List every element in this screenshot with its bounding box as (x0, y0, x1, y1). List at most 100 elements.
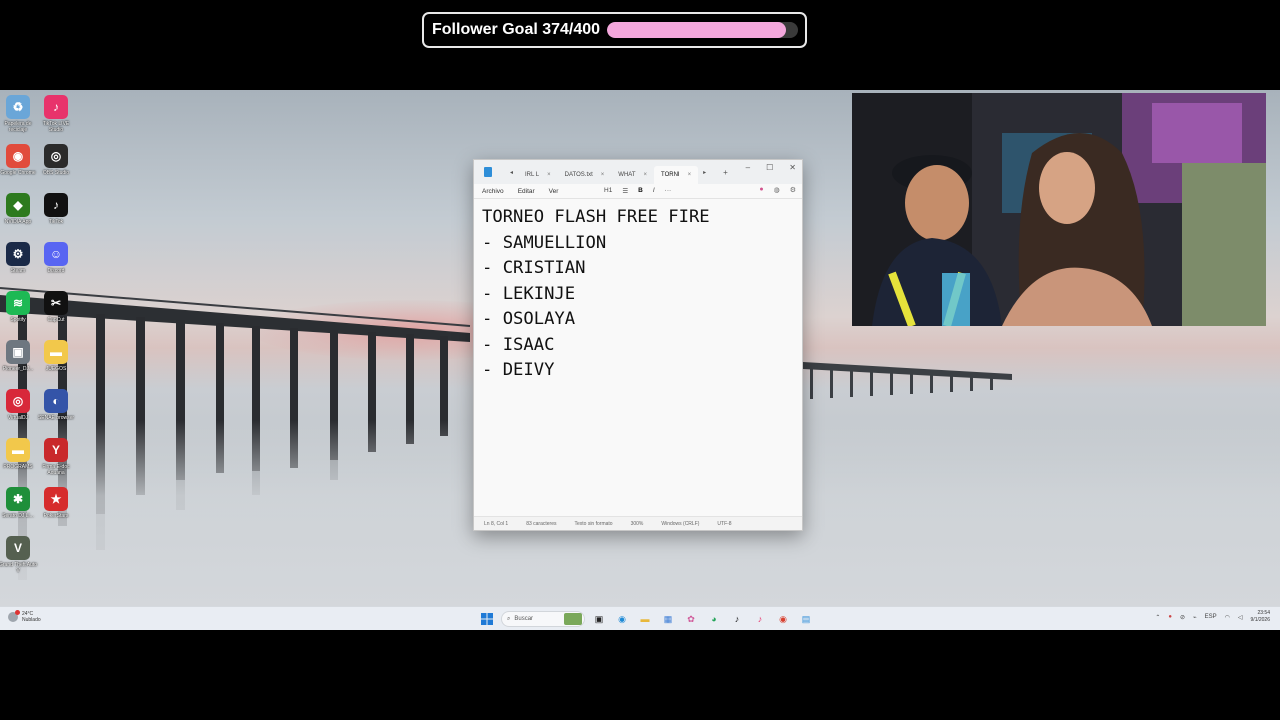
desktop-shortcut-label: Papelera de reciclaje (4, 121, 32, 133)
virtualdj-icon: ◎ (6, 389, 30, 413)
copilot-icon[interactable]: ● (759, 186, 763, 194)
tab-close-icon[interactable]: × (601, 172, 605, 178)
notepad-status-bar: Ln 8, Col 1 83 caracteres Texto sin form… (474, 516, 802, 530)
tray-app-icon[interactable]: ● (1168, 614, 1172, 620)
desktop-shortcut[interactable]: ♪ TikTok LIVE Studio (38, 95, 74, 133)
formatting-toolbar: H1 ☰ B I ··· (604, 187, 671, 195)
desktop-shortcut[interactable]: ✱ Serato DJ Li... (0, 487, 36, 519)
desktop-shortcut[interactable]: ◉ Google Chrome (0, 144, 36, 176)
notepad-text-area[interactable]: TORNEO FLASH FREE FIRE - SAMUELLION - CRIS… (474, 199, 802, 517)
weather-widget[interactable]: 24°C Nublado (8, 610, 41, 623)
desktop-shortcut[interactable]: ≋ Spotify (0, 291, 36, 323)
desktop-shortcut-label: PokerStars (43, 513, 69, 519)
desktop-shortcut[interactable]: ⚙ Steam (0, 242, 36, 274)
edge-icon[interactable]: ◉ (613, 610, 631, 628)
screen: Follower Goal 374/400 ♻ Papelera de reci… (0, 0, 1280, 720)
desktop-shortcut[interactable]: ▬ JUEGOS (38, 340, 74, 372)
tray-network-status-icon[interactable]: ⊘ (1180, 614, 1185, 621)
notepad-tab-label: TORNI (661, 172, 680, 178)
notepad-window: ◂ IRL L × DATOS.txt × WHAT × TORNI × ▸ + – ☐ ✕ … (473, 159, 803, 531)
follower-goal-progress-bar (607, 22, 798, 38)
start-button[interactable] (478, 610, 496, 628)
copilot-icon[interactable]: ✿ (682, 610, 700, 628)
tiktok-live-taskbar-icon[interactable]: ♪ (751, 610, 769, 628)
bold-button[interactable]: B (638, 187, 643, 195)
desktop-shortcut-label: Steam (10, 268, 26, 274)
pokerstars-icon: ★ (44, 487, 68, 511)
tray-usb-icon[interactable]: ⌁ (1193, 614, 1197, 621)
notepad-tabs: IRL L × DATOS.txt × WHAT × TORNI × (518, 160, 699, 184)
notepad-tab[interactable]: WHAT × (611, 166, 654, 184)
desktop-shortcut[interactable]: ▣ Pioneer_DJ... (0, 340, 36, 372)
tiktok-taskbar-icon[interactable]: ♪ (728, 610, 746, 628)
desktop-shortcut[interactable]: ☺ Discord (38, 242, 74, 274)
clock-time: 23:54 (1257, 610, 1270, 616)
search-highlight-icon (564, 613, 582, 625)
tab-scroll-right-button[interactable]: ▸ (703, 169, 706, 176)
tray-language[interactable]: ESP (1205, 614, 1217, 620)
close-button[interactable]: ✕ (789, 163, 796, 172)
desktop-shortcut[interactable]: ◎ VirtualDJ (0, 389, 36, 421)
new-tab-button[interactable]: + (723, 168, 728, 177)
follower-goal-text: Follower Goal 374/400 (432, 21, 601, 38)
account-icon[interactable]: ◍ (774, 186, 780, 194)
desktop-shortcut[interactable]: V Grand Theft Auto V (0, 536, 37, 574)
desktop-shortcut[interactable]: ◎ OBS Studio (38, 144, 74, 176)
desktop-shortcut-label: Google Chrome (0, 170, 36, 176)
notepad-tab-label: DATOS.txt (564, 172, 593, 178)
weather-description: Nublado (22, 617, 41, 623)
desktop-shortcut[interactable]: ✂ CapCut (38, 291, 74, 323)
text-line: - CRISTIAN (482, 258, 586, 278)
desktop-shortcut[interactable]: ♪ TikTok (38, 193, 74, 225)
text-line: - OSOLAYA (482, 309, 576, 329)
tray-chevron-up-icon[interactable]: ⌃ (1155, 614, 1160, 621)
chrome-taskbar-icon[interactable]: ◉ (774, 610, 792, 628)
taskbar-search-box[interactable]: ⌕ Buscar (501, 611, 585, 627)
file-explorer-icon[interactable]: ▬ (636, 610, 654, 628)
volume-icon[interactable]: ◁ (1238, 614, 1243, 621)
minimize-button[interactable]: – (746, 163, 750, 172)
firma-edoc-icon: Y (44, 438, 68, 462)
notepad-tab[interactable]: IRL L × (518, 166, 558, 184)
desktop-shortcut[interactable]: Y Firma E-doc Aduana (38, 438, 74, 476)
desktop-shortcut[interactable]: ▬ PROGRAMS (0, 438, 36, 470)
tab-close-icon[interactable]: × (547, 172, 551, 178)
maximize-button[interactable]: ☐ (766, 163, 773, 172)
programs-folder-icon: ▬ (6, 438, 30, 462)
desktop-shortcut[interactable]: ★ PokerStars (38, 487, 74, 519)
system-tray: ⌃ ● ⊘ ⌁ ESP ◠ ◁ 23:54 9/1/2026 (1155, 610, 1270, 624)
tab-close-icon[interactable]: × (644, 172, 648, 178)
status-line-ending: Windows (CRLF) (661, 520, 700, 527)
menu-archivo[interactable]: Archivo (482, 188, 504, 195)
desktop-shortcut[interactable]: ◐ SENAE browser (38, 389, 74, 421)
list-button[interactable]: ☰ (622, 187, 628, 195)
notepad-tab[interactable]: DATOS.txt × (558, 166, 612, 184)
italic-button[interactable]: I (653, 187, 655, 195)
taskbar-clock[interactable]: 23:54 9/1/2026 (1251, 610, 1270, 624)
text-line: - ISAAC (482, 334, 555, 355)
desktop-shortcut-label: Serato DJ Li... (2, 513, 34, 519)
text-line: - DEIVY (482, 360, 555, 380)
more-button[interactable]: ··· (665, 187, 672, 195)
follower-goal-progress-fill (607, 22, 786, 38)
notepad-taskbar-icon[interactable]: ▤ (797, 610, 815, 628)
settings-gear-icon[interactable]: ⚙ (790, 186, 796, 194)
store-icon[interactable]: ▦ (659, 610, 677, 628)
tab-scroll-left-button[interactable]: ◂ (510, 169, 513, 176)
notepad-tab-label: WHAT (618, 172, 636, 178)
task-view-icon[interactable]: ▣ (590, 610, 608, 628)
status-format: Texto sin formato (574, 520, 613, 527)
whatsapp-icon[interactable]: ◕ (705, 610, 723, 628)
notepad-tab[interactable]: TORNI × (654, 166, 699, 184)
clock-date: 9/1/2026 (1250, 617, 1270, 623)
heading-button[interactable]: H1 (604, 187, 612, 195)
desktop-shortcut[interactable]: ♻ Papelera de reciclaje (0, 95, 36, 133)
tab-close-icon[interactable]: × (688, 172, 692, 178)
desktop-shortcut-label: CapCut (47, 317, 65, 323)
desktop-shortcut[interactable]: ◆ NVIDIA App (0, 193, 36, 225)
menu-ver[interactable]: Ver (549, 188, 559, 195)
capcut-icon: ✂ (44, 291, 68, 315)
wifi-icon[interactable]: ◠ (1225, 614, 1230, 621)
desktop-shortcut-label: OBS Studio (42, 170, 70, 176)
menu-editar[interactable]: Editar (518, 188, 535, 195)
